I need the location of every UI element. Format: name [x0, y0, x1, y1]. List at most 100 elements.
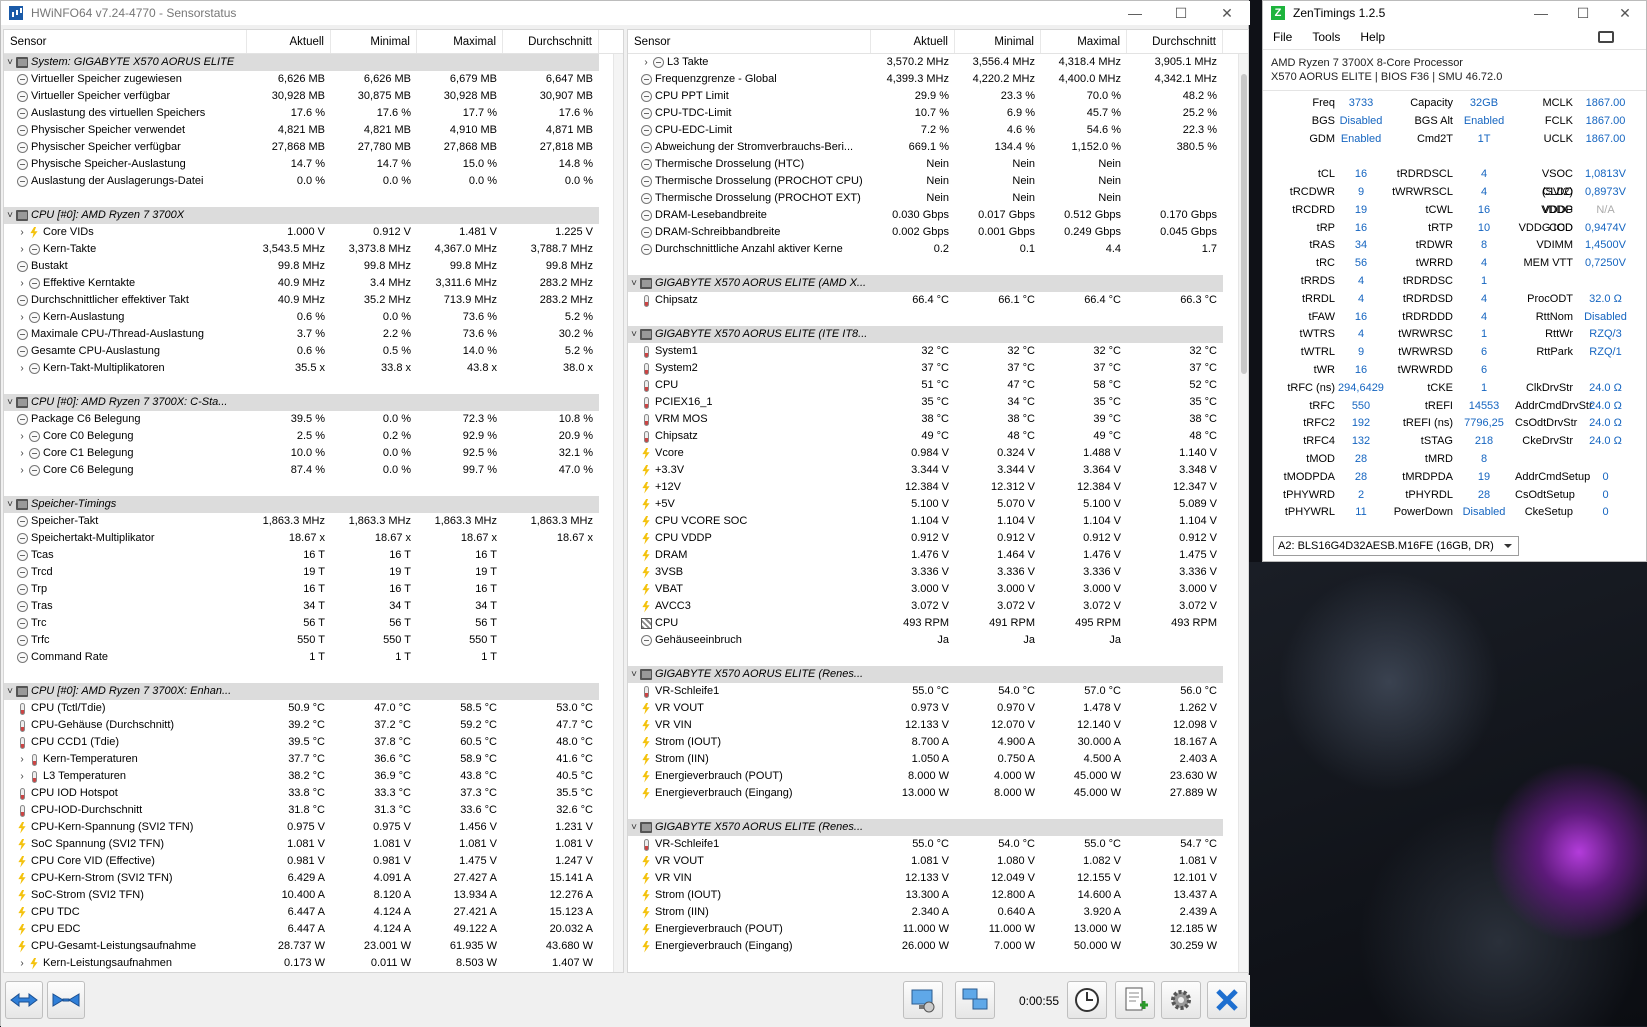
- menu-help[interactable]: Help: [1360, 30, 1385, 44]
- sensor-row[interactable]: 3VSB 3.336 V 3.336 V 3.336 V 3.336 V: [628, 564, 1248, 581]
- sensor-row[interactable]: › Core C6 Belegung 87.4 % 0.0 % 99.7 % 47.0 %: [4, 462, 623, 479]
- sensor-group-row[interactable]: ˅ GIGABYTE X570 AORUS ELITE (Renes...: [628, 666, 1248, 683]
- expand-chevron-icon[interactable]: ›: [640, 54, 652, 71]
- scrollbar-right[interactable]: [1238, 54, 1248, 972]
- sensor-row[interactable]: CPU-Kern-Spannung (SVI2 TFN) 0.975 V 0.975…: [4, 819, 623, 836]
- expand-chevron-icon[interactable]: ›: [16, 955, 28, 972]
- sensor-row[interactable]: Strom (IOUT) 13.300 A 12.800 A 14.600 A 13.4…: [628, 887, 1248, 904]
- sensor-row[interactable]: › L3 Takte 3,570.2 MHz 3,556.4 MHz 4,318.4 M…: [628, 54, 1248, 71]
- sensor-row[interactable]: CPU IOD Hotspot 33.8 °C 33.3 °C 37.3 °C 35.5…: [4, 785, 623, 802]
- sensor-group-row[interactable]: ˅ CPU [#0]: AMD Ryzen 7 3700X: [4, 207, 623, 224]
- sensor-row[interactable]: +3.3V 3.344 V 3.344 V 3.364 V 3.348 V: [628, 462, 1248, 479]
- sensor-row[interactable]: Frequenzgrenze - Global 4,399.3 MHz 4,220.…: [628, 71, 1248, 88]
- sensor-row[interactable]: › Kern-Takt-Multiplikatoren 35.5 x 33.8 x 43…: [4, 360, 623, 377]
- expand-chevron-icon[interactable]: ›: [16, 462, 28, 479]
- sensor-row[interactable]: Virtueller Speicher zugewiesen 6,626 MB 6,…: [4, 71, 623, 88]
- col-min[interactable]: Minimal: [331, 30, 417, 53]
- sensor-row[interactable]: › Kern-Temperaturen 37.7 °C 36.6 °C 58.9 °C 4…: [4, 751, 623, 768]
- sensor-row[interactable]: CPU EDC 6.447 A 4.124 A 49.122 A 20.032 A: [4, 921, 623, 938]
- sensor-row[interactable]: SoC-Strom (SVI2 TFN) 10.400 A 8.120 A 13.93…: [4, 887, 623, 904]
- col-current[interactable]: Aktuell: [871, 30, 955, 53]
- sensor-group-row[interactable]: ˅ GIGABYTE X570 AORUS ELITE (ITE IT8...: [628, 326, 1248, 343]
- col-avg[interactable]: Durchschnitt: [503, 30, 599, 53]
- sensor-row[interactable]: CPU TDC 6.447 A 4.124 A 27.421 A 15.123 A: [4, 904, 623, 921]
- menu-tools[interactable]: Tools: [1312, 30, 1340, 44]
- sensor-row[interactable]: VR-Schleife1 55.0 °C 54.0 °C 55.0 °C 54.7 °C: [628, 836, 1248, 853]
- expand-chevron-icon[interactable]: ›: [16, 360, 28, 377]
- zt-maximize-button[interactable]: ☐: [1562, 1, 1604, 25]
- nav-collapse-button[interactable]: [47, 981, 85, 1019]
- sensor-row[interactable]: Energieverbrauch (POUT) 8.000 W 4.000 W 45.…: [628, 768, 1248, 785]
- sensor-row[interactable]: Tras 34 T 34 T 34 T: [4, 598, 623, 615]
- sensor-row[interactable]: VR VOUT 1.081 V 1.080 V 1.082 V 1.081 V: [628, 853, 1248, 870]
- sensor-row[interactable]: Thermische Drosselung (PROCHOT CPU) Nein N…: [628, 173, 1248, 190]
- expand-chevron-icon[interactable]: ›: [16, 224, 28, 241]
- sensor-row[interactable]: Durchschnittlicher effektiver Takt 40.9 M…: [4, 292, 623, 309]
- collapse-chevron-icon[interactable]: ˅: [628, 326, 640, 343]
- zt-minimize-button[interactable]: —: [1520, 1, 1562, 25]
- collapse-chevron-icon[interactable]: ˅: [628, 275, 640, 292]
- col-sensor[interactable]: Sensor: [4, 30, 247, 53]
- collapse-chevron-icon[interactable]: ˅: [4, 496, 16, 513]
- scrollbar-left[interactable]: [613, 54, 623, 972]
- sensor-row[interactable]: PCIEX16_1 35 °C 34 °C 35 °C 35 °C: [628, 394, 1248, 411]
- sensor-row[interactable]: Gesamte CPU-Auslastung 0.6 % 0.5 % 14.0 % 5.…: [4, 343, 623, 360]
- sensor-row[interactable]: DRAM 1.476 V 1.464 V 1.476 V 1.475 V: [628, 547, 1248, 564]
- col-max[interactable]: Maximal: [1041, 30, 1127, 53]
- close-sensors-button[interactable]: [1207, 981, 1247, 1019]
- sensor-group-row[interactable]: ˅ GIGABYTE X570 AORUS ELITE (AMD X...: [628, 275, 1248, 292]
- sensor-row[interactable]: CPU PPT Limit 29.9 % 23.3 % 70.0 % 48.2 %: [628, 88, 1248, 105]
- sensor-row[interactable]: Trcd 19 T 19 T 19 T: [4, 564, 623, 581]
- sensor-row[interactable]: Command Rate 1 T 1 T 1 T: [4, 649, 623, 666]
- sensor-row[interactable]: VR VIN 12.133 V 12.070 V 12.140 V 12.098 V: [628, 717, 1248, 734]
- sensor-row[interactable]: CPU-TDC-Limit 10.7 % 6.9 % 45.7 % 25.2 %: [628, 105, 1248, 122]
- sensor-group-row[interactable]: ˅ CPU [#0]: AMD Ryzen 7 3700X: C-Sta...: [4, 394, 623, 411]
- expand-chevron-icon[interactable]: ›: [16, 428, 28, 445]
- collapse-chevron-icon[interactable]: ˅: [4, 54, 16, 71]
- sensor-group-row[interactable]: ˅ GIGABYTE X570 AORUS ELITE (Renes...: [628, 819, 1248, 836]
- sensor-row[interactable]: › Core C0 Belegung 2.5 % 0.2 % 92.9 % 20.9 %: [4, 428, 623, 445]
- sensor-row[interactable]: CPU-EDC-Limit 7.2 % 4.6 % 54.6 % 22.3 %: [628, 122, 1248, 139]
- collapse-chevron-icon[interactable]: ˅: [4, 683, 16, 700]
- sensor-row[interactable]: CPU-Kern-Strom (SVI2 TFN) 6.429 A 4.091 A 2…: [4, 870, 623, 887]
- sensor-row[interactable]: CPU VCORE SOC 1.104 V 1.104 V 1.104 V 1.104 …: [628, 513, 1248, 530]
- sensor-row[interactable]: System2 37 °C 37 °C 37 °C 37 °C: [628, 360, 1248, 377]
- reset-timer-button[interactable]: [1067, 981, 1107, 1019]
- sensor-row[interactable]: CPU 51 °C 47 °C 58 °C 52 °C: [628, 377, 1248, 394]
- sensor-row[interactable]: CPU CCD1 (Tdie) 39.5 °C 37.8 °C 60.5 °C 48.0…: [4, 734, 623, 751]
- sensor-row[interactable]: CPU-IOD-Durchschnitt 31.8 °C 31.3 °C 33.6 °…: [4, 802, 623, 819]
- zt-close-button[interactable]: ✕: [1604, 1, 1646, 25]
- sensor-row[interactable]: +12V 12.384 V 12.312 V 12.384 V 12.347 V: [628, 479, 1248, 496]
- sensor-group-row[interactable]: ˅ System: GIGABYTE X570 AORUS ELITE: [4, 54, 623, 71]
- sensor-row[interactable]: Energieverbrauch (Eingang) 26.000 W 7.000 …: [628, 938, 1248, 955]
- collapse-chevron-icon[interactable]: ˅: [4, 207, 16, 224]
- collapse-chevron-icon[interactable]: ˅: [628, 666, 640, 683]
- expand-chevron-icon[interactable]: ›: [16, 309, 28, 326]
- sensor-row[interactable]: Bustakt 99.8 MHz 99.8 MHz 99.8 MHz 99.8 MHz: [4, 258, 623, 275]
- sensor-row[interactable]: › L3 Temperaturen 38.2 °C 36.9 °C 43.8 °C 40.…: [4, 768, 623, 785]
- sensor-row[interactable]: Chipsatz 66.4 °C 66.1 °C 66.4 °C 66.3 °C: [628, 292, 1248, 309]
- sensor-row[interactable]: Trfc 550 T 550 T 550 T: [4, 632, 623, 649]
- sensor-row[interactable]: System1 32 °C 32 °C 32 °C 32 °C: [628, 343, 1248, 360]
- sensor-row[interactable]: Vcore 0.984 V 0.324 V 1.488 V 1.140 V: [628, 445, 1248, 462]
- screenshot-camera-icon[interactable]: [1598, 31, 1614, 43]
- sensor-row[interactable]: Trp 16 T 16 T 16 T: [4, 581, 623, 598]
- sensor-row[interactable]: CPU (Tctl/Tdie) 50.9 °C 47.0 °C 58.5 °C 53.0…: [4, 700, 623, 717]
- sensor-row[interactable]: › Kern-Leistungsaufnahmen 0.173 W 0.011 W 8.…: [4, 955, 623, 972]
- sensor-row[interactable]: › Kern-Auslastung 0.6 % 0.0 % 73.6 % 5.2 %: [4, 309, 623, 326]
- sensor-row[interactable]: Physischer Speicher verwendet 4,821 MB 4,8…: [4, 122, 623, 139]
- sensor-row[interactable]: DRAM-Schreibbandbreite 0.002 Gbps 0.001 Gb…: [628, 224, 1248, 241]
- menu-file[interactable]: File: [1273, 30, 1292, 44]
- sensor-row[interactable]: Physischer Speicher verfügbar 27,868 MB 27…: [4, 139, 623, 156]
- col-current[interactable]: Aktuell: [247, 30, 331, 53]
- sensor-row[interactable]: Tcas 16 T 16 T 16 T: [4, 547, 623, 564]
- sensor-row[interactable]: CPU 493 RPM 491 RPM 495 RPM 493 RPM: [628, 615, 1248, 632]
- sensor-row[interactable]: Speicher-Takt 1,863.3 MHz 1,863.3 MHz 1,863…: [4, 513, 623, 530]
- logging-button[interactable]: [1115, 981, 1155, 1019]
- network-sensor-button[interactable]: [903, 981, 943, 1019]
- collapse-chevron-icon[interactable]: ˅: [4, 394, 16, 411]
- sensor-row[interactable]: VR VIN 12.133 V 12.049 V 12.155 V 12.101 V: [628, 870, 1248, 887]
- sensor-row[interactable]: +5V 5.100 V 5.070 V 5.100 V 5.089 V: [628, 496, 1248, 513]
- sensor-row[interactable]: Maximale CPU-/Thread-Auslastung 3.7 % 2.2 …: [4, 326, 623, 343]
- sensor-group-row[interactable]: ˅ Speicher-Timings: [4, 496, 623, 513]
